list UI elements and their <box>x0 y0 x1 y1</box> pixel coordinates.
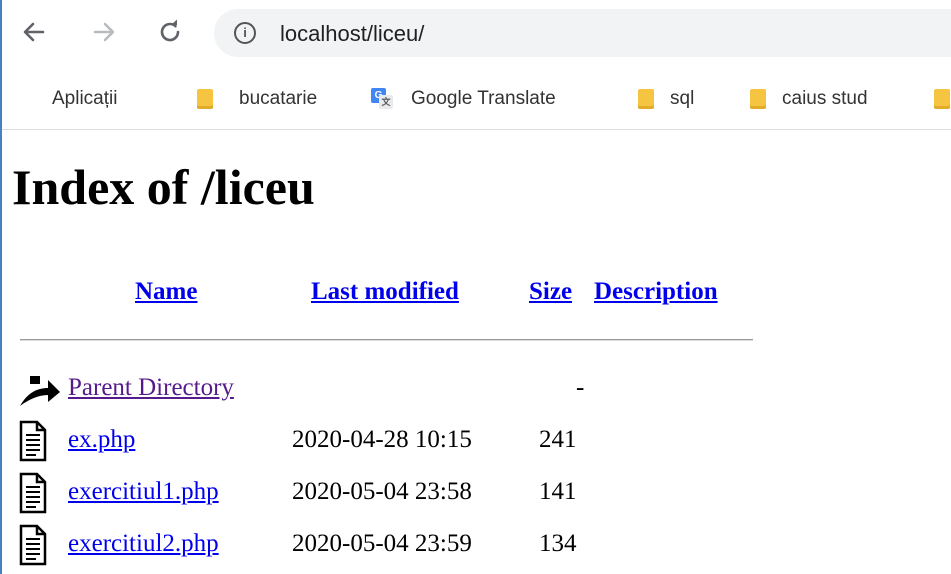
sort-by-size-link[interactable]: Size <box>529 278 572 305</box>
bookmark-label: Aplicații <box>52 88 118 109</box>
header-divider <box>20 339 753 341</box>
file-link[interactable]: exercitiul1.php <box>68 478 219 505</box>
google-translate-icon: G文 <box>371 88 393 110</box>
bookmark-label: sql <box>670 88 695 109</box>
folder-icon <box>197 89 213 109</box>
list-item-name[interactable]: exercitiul2.php <box>68 530 219 558</box>
sort-by-last-modified-link[interactable]: Last modified <box>311 278 459 305</box>
column-header-last-modified[interactable]: Last modified <box>311 278 459 306</box>
address-bar[interactable]: i localhost/liceu/ <box>214 9 951 57</box>
text-file-icon <box>19 524 47 566</box>
parent-directory-link[interactable]: Parent Directory <box>68 374 234 401</box>
bookmark-label: bucatarie <box>239 88 318 109</box>
list-item-modified: 2020-05-04 23:58 <box>292 478 472 505</box>
bookmark-label: Google Translate <box>411 88 556 109</box>
file-link[interactable]: ex.php <box>68 426 135 453</box>
bookmarks-bar: Aplicații bucatarie G文 Google Translate … <box>2 66 951 130</box>
forward-button[interactable] <box>86 14 122 50</box>
list-item-modified: 2020-04-28 10:15 <box>292 426 472 453</box>
text-file-icon <box>19 472 47 514</box>
bookmark-google-translate[interactable]: G文 Google Translate <box>371 86 556 112</box>
folder-icon <box>638 89 654 109</box>
bookmark-aplicatii[interactable]: Aplicații <box>22 86 117 112</box>
url-text[interactable]: localhost/liceu/ <box>280 21 424 47</box>
bookmark-caius-stud[interactable]: caius stud <box>750 86 868 112</box>
column-header-description[interactable]: Description <box>594 278 718 306</box>
site-info-icon[interactable]: i <box>234 22 256 44</box>
bookmark-overflow-folder[interactable] <box>934 86 951 112</box>
list-item-size: 134 <box>539 530 577 557</box>
reload-button[interactable] <box>152 14 188 50</box>
sort-by-description-link[interactable]: Description <box>594 278 718 305</box>
bookmark-label: caius stud <box>782 88 868 109</box>
text-file-icon <box>19 420 47 462</box>
column-header-size[interactable]: Size <box>529 278 572 306</box>
back-button[interactable] <box>16 14 52 50</box>
list-item-name[interactable]: exercitiul1.php <box>68 478 219 506</box>
bookmark-bucatarie[interactable]: bucatarie <box>197 86 317 112</box>
folder-icon <box>750 89 766 109</box>
bookmark-sql[interactable]: sql <box>638 86 694 112</box>
column-header-name[interactable]: Name <box>135 278 197 306</box>
list-item-name[interactable]: Parent Directory <box>68 374 234 402</box>
page-title: Index of /liceu <box>12 159 315 215</box>
list-item-size: 141 <box>539 478 577 505</box>
back-arrow-icon <box>20 376 60 406</box>
list-item-size: - <box>576 374 585 401</box>
list-item-size: 241 <box>539 426 577 453</box>
apps-grid-icon <box>22 90 40 108</box>
file-link[interactable]: exercitiul2.php <box>68 530 219 557</box>
browser-toolbar: i localhost/liceu/ <box>2 0 951 66</box>
forward-arrow-icon <box>93 22 115 42</box>
back-arrow-icon <box>23 22 45 42</box>
list-item-name[interactable]: ex.php <box>68 426 135 454</box>
reload-icon <box>160 19 180 42</box>
folder-icon <box>934 89 950 109</box>
sort-by-name-link[interactable]: Name <box>135 278 197 305</box>
list-item-modified: 2020-05-04 23:59 <box>292 530 472 557</box>
